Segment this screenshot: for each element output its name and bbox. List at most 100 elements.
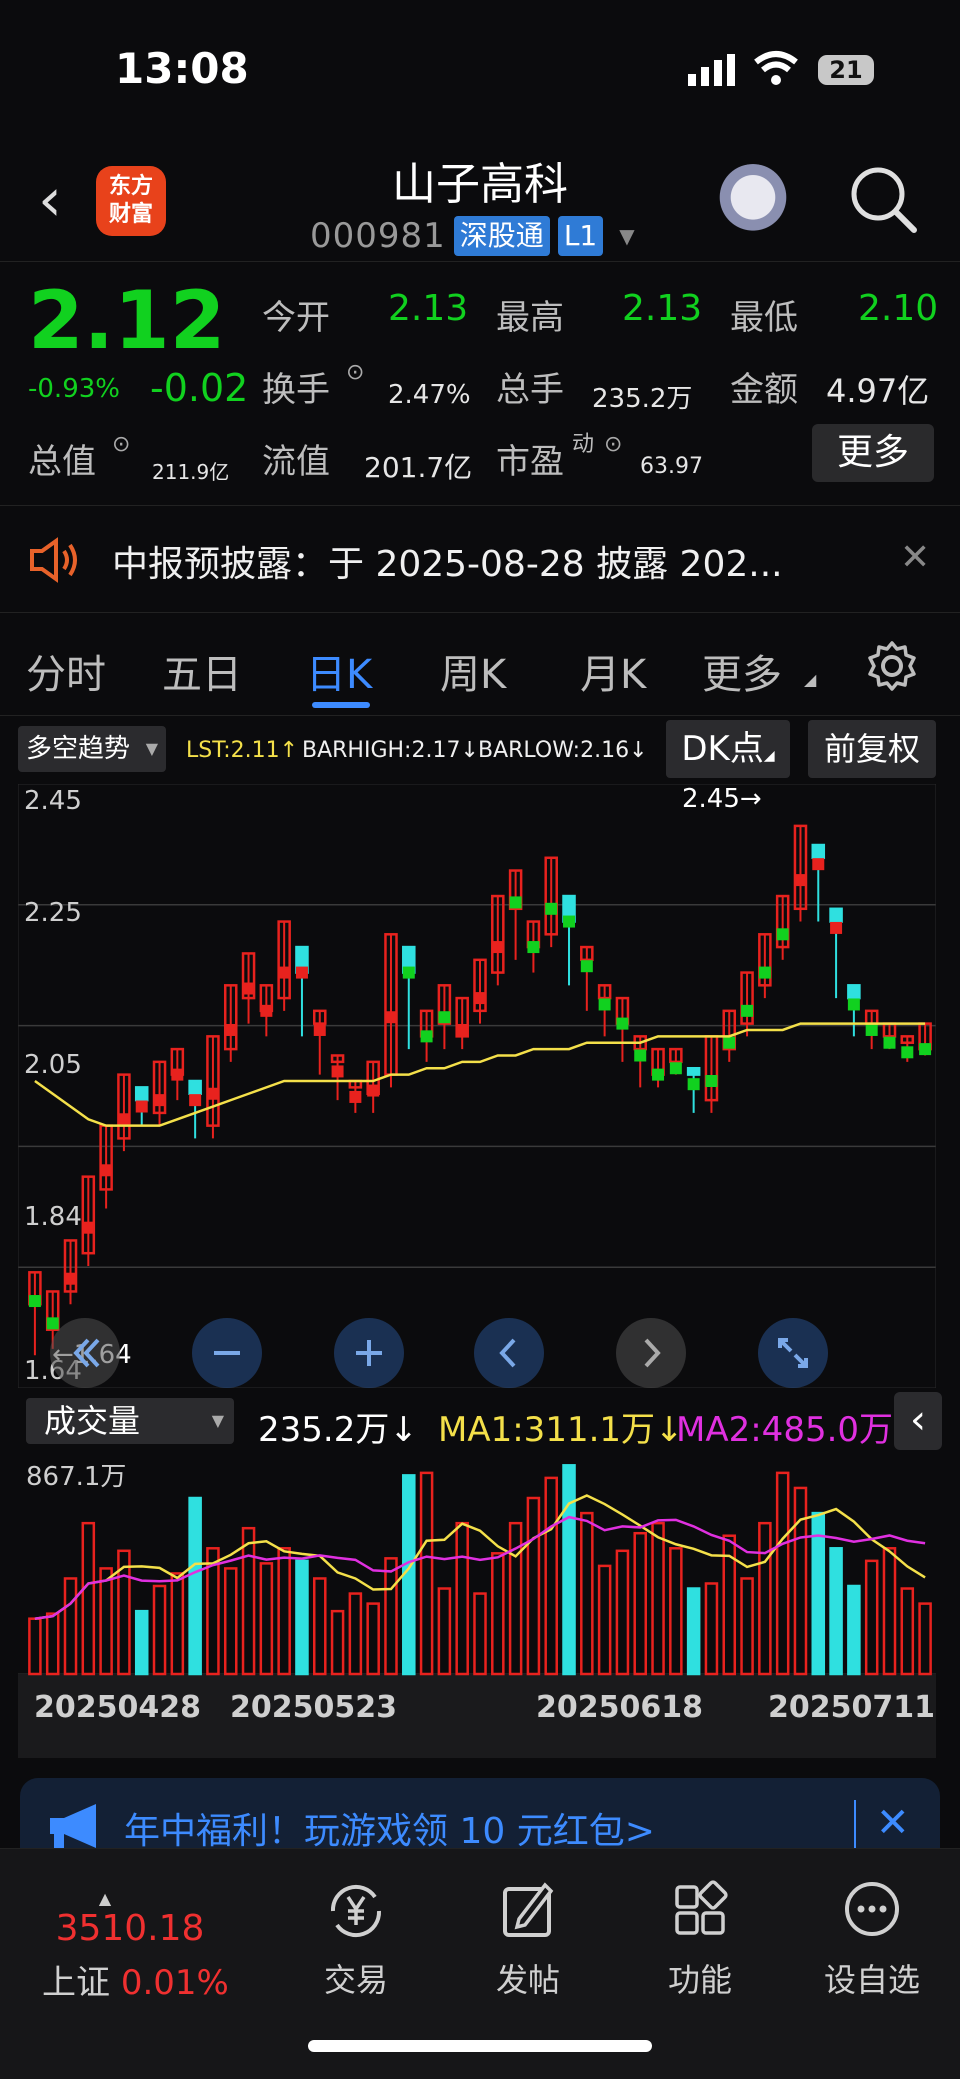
volume-bar (348, 1592, 363, 1676)
level-tag: L1 (557, 216, 604, 256)
trend-marker (171, 1068, 184, 1081)
volume-bar (170, 1572, 185, 1676)
wifi-icon (754, 51, 798, 85)
volume-bar (312, 1577, 327, 1676)
zoom-out-button[interactable] (192, 1318, 262, 1388)
trend-marker (384, 1011, 397, 1024)
volume-bar (847, 1584, 861, 1676)
mcap-value: 211.9亿 (152, 460, 230, 484)
nav-trade[interactable]: 交易 (286, 1879, 426, 2001)
tab-intraday[interactable]: 分时 (26, 642, 106, 700)
nav-watchlist[interactable]: 设自选 (802, 1879, 942, 2001)
robot-assistant-icon[interactable] (716, 164, 790, 238)
tab-daily-k[interactable]: 日K (306, 642, 372, 700)
volume-max-label: 867.1万 (26, 1462, 127, 1492)
search-icon[interactable] (848, 164, 918, 234)
trend-marker (758, 966, 771, 979)
volume-bar (99, 1567, 113, 1676)
tab-monthly-k[interactable]: 月K (580, 642, 646, 700)
turnover-value: 2.47% (388, 380, 471, 410)
lst-value: LST:2.11↑ (186, 738, 299, 763)
info-icon[interactable]: ⊙ (604, 432, 622, 457)
high-value: 2.13 (622, 288, 703, 329)
pe-superscript: 动 (572, 432, 595, 457)
open-value: 2.13 (388, 288, 469, 329)
trend-marker (865, 1023, 878, 1036)
rewind-button[interactable] (50, 1318, 120, 1388)
trend-marker (135, 1100, 148, 1113)
stock-name: 山子高科 (392, 159, 568, 210)
trend-marker (509, 896, 522, 909)
close-icon[interactable]: ✕ (900, 537, 930, 578)
barhigh-value: BARHIGH:2.17↓ (302, 738, 479, 763)
indicator-select[interactable]: 多空趋势 ▼ (18, 726, 166, 772)
volume-bar (775, 1471, 790, 1676)
volume-value: 235.2万 (592, 384, 693, 414)
volume-select[interactable]: 成交量 ▼ (26, 1398, 234, 1444)
fullscreen-button[interactable] (758, 1318, 828, 1388)
volume-bar (900, 1587, 915, 1676)
volume-header: 成交量 ▼ 235.2万↓ MA1:311.1万↓ MA2:485.0万↓ ‹ (0, 1392, 960, 1452)
trend-marker (491, 941, 504, 954)
info-icon[interactable]: ⊙ (346, 360, 364, 385)
collapse-button[interactable]: ‹ (894, 1392, 942, 1450)
pan-right-button[interactable] (616, 1318, 686, 1388)
trend-marker (652, 1068, 665, 1081)
volume-bar (28, 1617, 42, 1676)
quote-panel: 2.12 -0.93% -0.02 今开 2.13 最高 2.13 最低 2.1… (0, 262, 960, 506)
stock-header: ‹ 东方 财富 山子高科 000981 深股通 L1 ▼ (0, 130, 960, 262)
stock-code: 000981 (310, 216, 446, 256)
trend-marker (901, 1046, 914, 1059)
edit-icon (503, 1882, 554, 1937)
info-icon[interactable]: ⊙ (112, 432, 130, 457)
trend-marker (705, 1075, 718, 1087)
pan-left-button[interactable] (474, 1318, 544, 1388)
volume-bar (63, 1577, 78, 1676)
volume-bar (793, 1486, 808, 1676)
home-indicator[interactable] (308, 2040, 652, 2052)
candle-body (811, 843, 826, 860)
volume-bar (633, 1531, 648, 1676)
chevron-down-icon: ▼ (619, 224, 635, 248)
close-icon[interactable]: ✕ (876, 1800, 910, 1846)
volume-bar (241, 1526, 256, 1676)
volume-bar (473, 1592, 487, 1676)
volume-label: 总手 (496, 370, 564, 410)
more-button[interactable]: 更多 (812, 424, 934, 482)
tab-more[interactable]: 更多 (702, 642, 782, 700)
volume-bar (597, 1564, 612, 1676)
zoom-in-button[interactable] (334, 1318, 404, 1388)
volume-bar (259, 1562, 274, 1676)
tab-five-day[interactable]: 五日 (162, 642, 242, 700)
trend-marker (224, 1023, 237, 1036)
status-bar: 13:08 21 (0, 0, 960, 130)
trend-marker (580, 960, 593, 973)
index-quote[interactable]: ▲ 3510.18 上证 0.01% (20, 1889, 240, 2004)
trend-marker (687, 1078, 700, 1091)
trend-marker (723, 1036, 736, 1049)
nav-features[interactable]: 功能 (630, 1879, 770, 2001)
tab-weekly-k[interactable]: 周K (440, 642, 506, 700)
trend-marker (830, 921, 843, 934)
y-tick-label: 2.25 (24, 898, 82, 928)
volume-bar (615, 1549, 630, 1676)
pe-label: 市盈 (496, 442, 564, 482)
trend-marker (278, 966, 291, 979)
volume-bar (384, 1557, 398, 1676)
stock-code-row[interactable]: 000981 深股通 L1 ▼ (310, 216, 635, 256)
battery-icon: 21 (818, 55, 874, 85)
volume-bar (45, 1612, 60, 1676)
active-tab-indicator (312, 702, 370, 708)
corner-arrow-icon: ◢ (804, 670, 817, 689)
notice-bar[interactable]: 中报预披露：于 2025-08-28 披露 202... ✕ (0, 507, 960, 613)
candlestick-chart[interactable] (18, 784, 936, 1388)
adjust-button[interactable]: 前复权 (808, 720, 936, 778)
volume-bar (526, 1496, 541, 1676)
signal-icon (688, 54, 735, 86)
trend-marker (669, 1062, 682, 1075)
trend-marker (598, 998, 611, 1011)
gear-icon[interactable] (866, 640, 918, 692)
dk-point-button[interactable]: DK点◢ (666, 720, 790, 778)
nav-post[interactable]: 发帖 (458, 1879, 598, 2001)
high-annotation: 2.45→ (682, 784, 762, 814)
